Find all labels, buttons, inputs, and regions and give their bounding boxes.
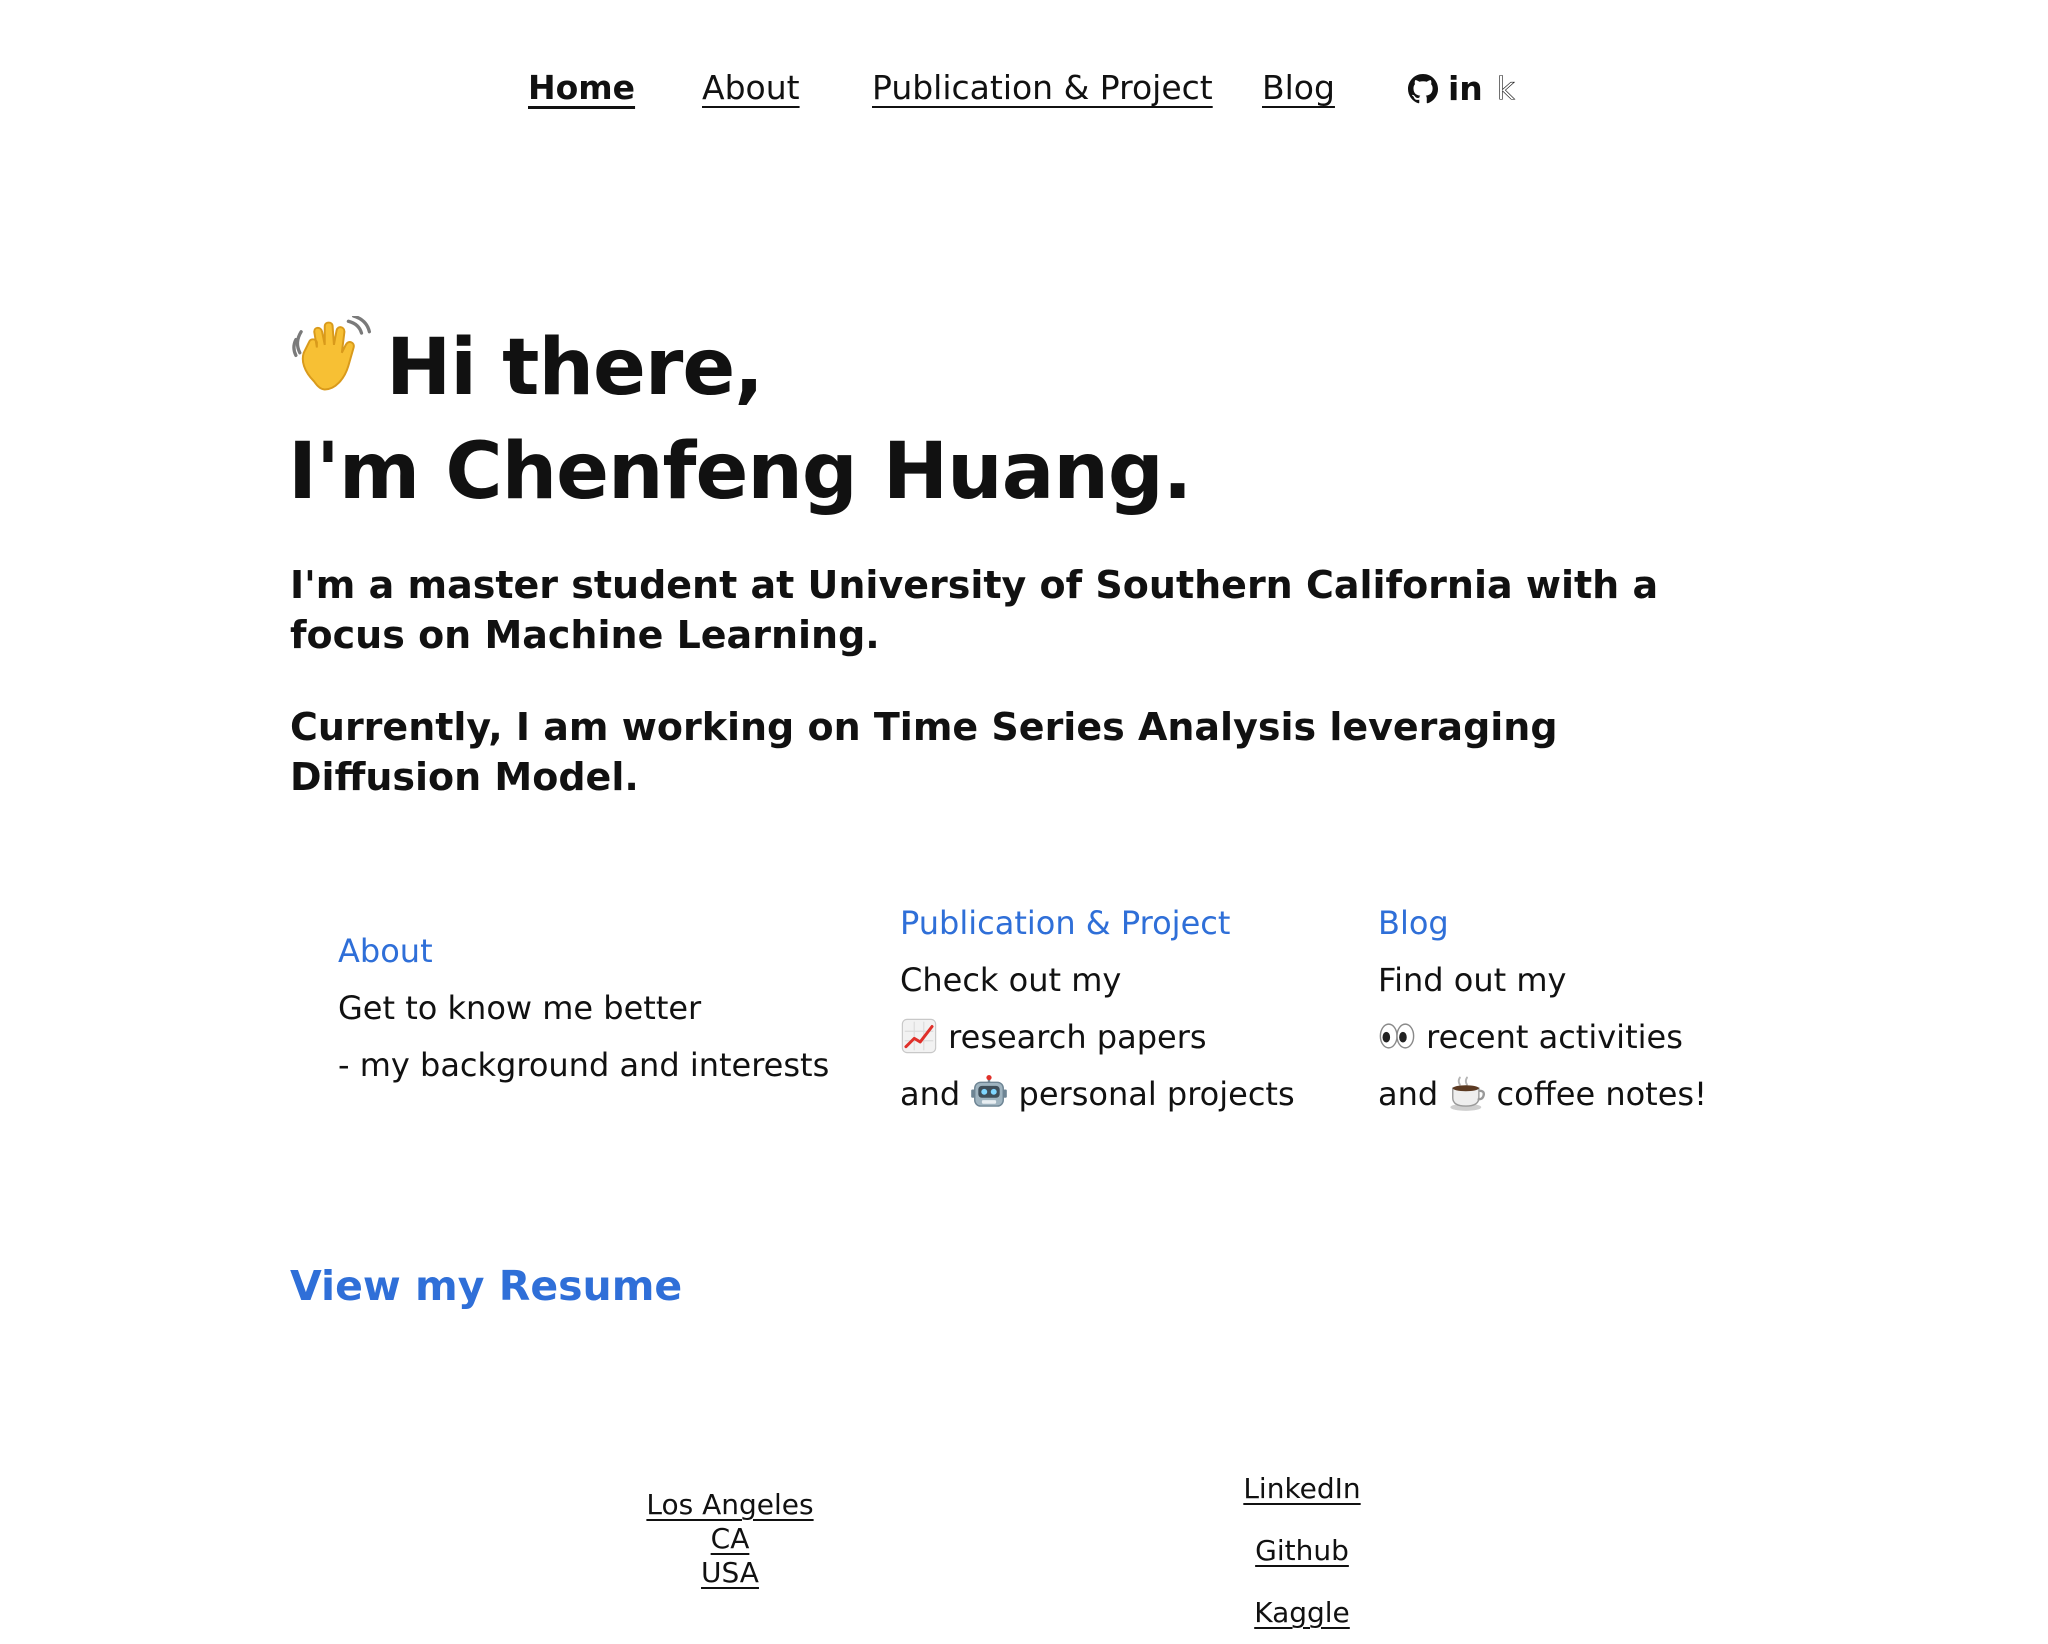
footer-linkedin-link[interactable]: LinkedIn <box>1172 1458 1432 1520</box>
nav-blog-link[interactable]: Blog <box>1262 66 1335 110</box>
footer-github-link[interactable]: Github <box>1172 1520 1432 1582</box>
footer-location-state: CA <box>710 1522 750 1555</box>
hero-name: I'm Chenfeng Huang. <box>288 427 1192 517</box>
publication-card-line-3-text: personal projects <box>1018 1075 1295 1113</box>
waving-hand-icon <box>292 316 372 391</box>
blog-card-line-3-prefix: and <box>1378 1075 1439 1113</box>
github-icon[interactable] <box>1408 74 1438 104</box>
footer-location: Los Angeles CA USA <box>600 1488 860 1590</box>
footer-links: LinkedIn Github Kaggle <box>1172 1458 1432 1644</box>
blog-card-line-2-text: recent activities <box>1426 1018 1683 1056</box>
nav-about-link[interactable]: About <box>702 66 800 110</box>
publication-card-line-3-prefix: and <box>900 1075 961 1113</box>
linkedin-icon[interactable]: in <box>1448 72 1483 106</box>
publication-card-line-1: Check out my <box>900 961 1122 999</box>
blog-card-line-3: and coffee notes! <box>1378 1066 1707 1123</box>
publication-card: Publication & Project Check out my resea… <box>900 895 1295 1123</box>
hero-line-1: Hi there, <box>386 323 764 413</box>
chart-increasing-icon <box>901 1018 937 1054</box>
publication-card-line-2: research papers <box>900 1009 1295 1066</box>
view-resume-link[interactable]: View my Resume <box>290 1258 682 1314</box>
social-links: in k <box>1408 72 1515 106</box>
hero-section: Hi there, I'm Chenfeng Huang. <box>288 316 1788 524</box>
about-card-line-2: - my background and interests <box>338 1046 830 1084</box>
robot-icon <box>971 1074 1008 1107</box>
kaggle-icon[interactable]: k <box>1497 72 1516 107</box>
nav-publication-project-link[interactable]: Publication & Project <box>872 66 1213 110</box>
about-card: About Get to know me better - my backgro… <box>338 923 829 1094</box>
intro-paragraph-1: I'm a master student at University of So… <box>290 563 1659 657</box>
hero-greeting: Hi there, <box>288 316 1788 420</box>
footer-location-city: Los Angeles <box>646 1488 814 1521</box>
top-nav: Home About Publication & Project Blog in… <box>0 60 2048 116</box>
about-card-link[interactable]: About <box>338 923 829 980</box>
blog-card-link[interactable]: Blog <box>1378 895 1707 952</box>
eyes-icon <box>1379 1023 1415 1049</box>
blog-card-line-2: recent activities <box>1378 1009 1707 1066</box>
blog-card-line-1: Find out my <box>1378 961 1567 999</box>
footer-location-country: USA <box>701 1556 759 1589</box>
nav-home-link[interactable]: Home <box>528 66 635 110</box>
publication-card-line-3: and personal projects <box>900 1066 1295 1123</box>
coffee-icon <box>1450 1076 1486 1111</box>
blog-card: Blog Find out my recent activities and c… <box>1378 895 1707 1123</box>
publication-card-link[interactable]: Publication & Project <box>900 895 1295 952</box>
footer-kaggle-link[interactable]: Kaggle <box>1172 1582 1432 1644</box>
about-card-line-1: Get to know me better <box>338 989 702 1027</box>
intro-paragraph-2: Currently, I am working on Time Series A… <box>290 705 1558 799</box>
blog-card-line-3-text: coffee notes! <box>1496 1075 1707 1113</box>
publication-card-line-2-text: research papers <box>948 1018 1207 1056</box>
